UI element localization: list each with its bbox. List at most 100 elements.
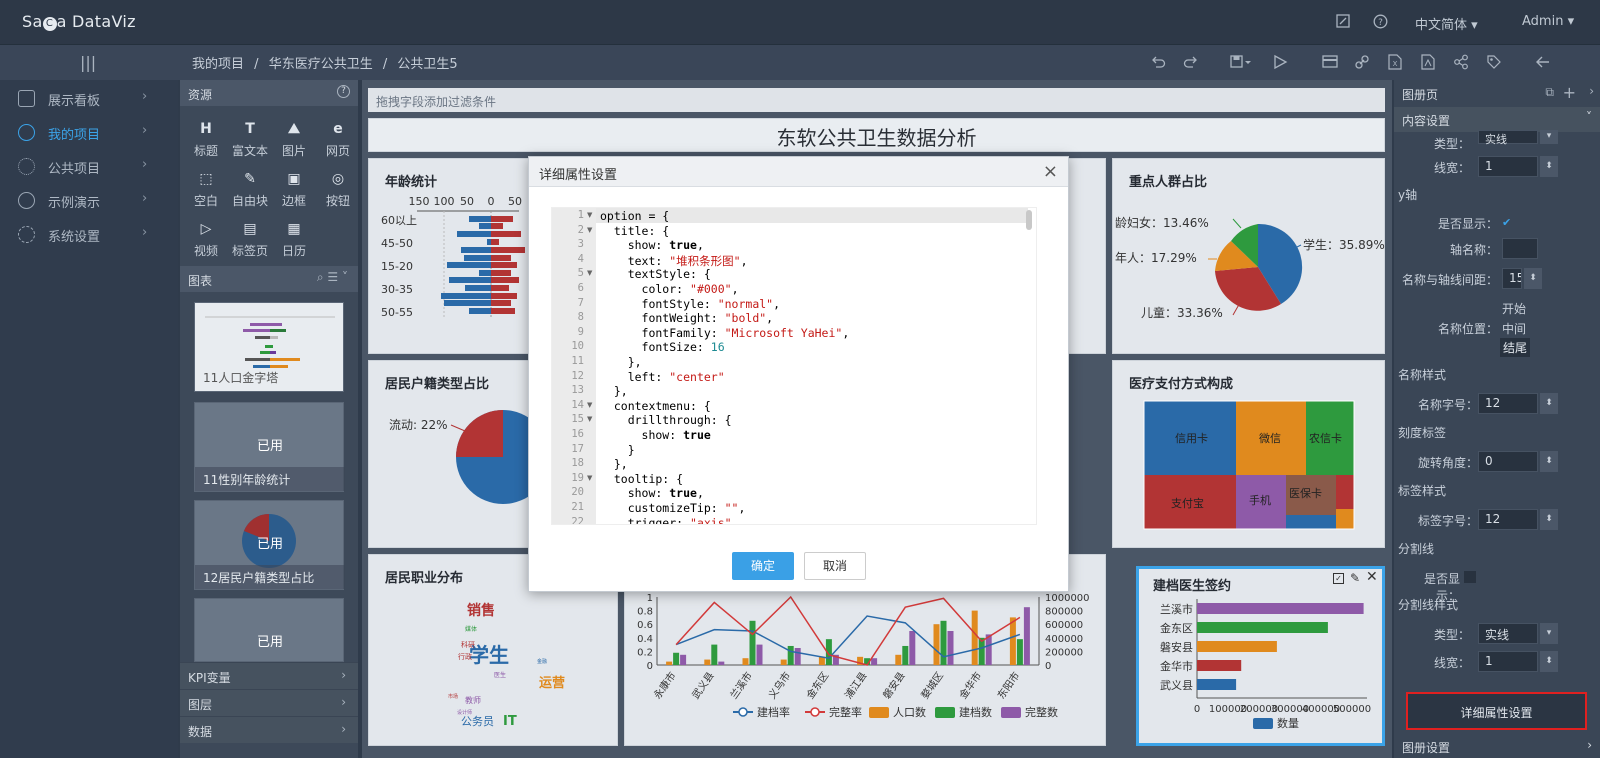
gear-icon (18, 226, 35, 243)
series-line (675, 615, 1021, 660)
save-icon[interactable] (1230, 54, 1252, 73)
resource-item-8[interactable]: ▷ 视频 (186, 220, 226, 259)
fold-arrow-icon[interactable]: ▼ (587, 211, 592, 219)
chart-card-payment[interactable]: 医疗支付方式构成 信用卡 微信 农信卡 支付宝 手机 医保卡 (1112, 360, 1385, 548)
resource-item-9[interactable]: ▤ 标签页 (230, 220, 270, 259)
accordion-layer[interactable]: 图层 › (180, 689, 358, 716)
preview-icon[interactable] (1272, 54, 1288, 73)
language-dropdown[interactable]: 中文简体 ▾ (1415, 14, 1478, 33)
breadcrumb-item[interactable]: 华东医疗公共卫生 (269, 57, 373, 72)
nav-item-dashboard[interactable]: 展示看板 › (0, 82, 178, 116)
resource-item-3[interactable]: e 网页 (318, 120, 358, 159)
confirm-button[interactable]: 确定 (732, 552, 794, 580)
fold-arrow-icon[interactable]: ▼ (587, 415, 592, 423)
resource-item-0[interactable]: H 标题 (186, 120, 226, 159)
resource-icon: H (200, 121, 212, 137)
detail-settings-button[interactable]: 详细属性设置 (1406, 692, 1587, 730)
copy-icon[interactable]: ⧉ (1545, 85, 1554, 100)
stepper-icon[interactable]: ⬍ (1540, 393, 1558, 414)
card-icon[interactable] (1322, 55, 1338, 72)
back-icon[interactable] (1535, 54, 1551, 73)
legend-swatch (1253, 718, 1273, 729)
editor-scrollbar[interactable] (1026, 210, 1032, 230)
add-icon[interactable]: + (1563, 83, 1576, 102)
stepper-icon[interactable]: ⬍ (1524, 268, 1542, 289)
stepper-icon[interactable]: ⬍ (1540, 451, 1558, 472)
accordion-kpi[interactable]: KPI变量 › (180, 662, 358, 689)
content-settings-header[interactable]: 内容设置 ˅ (1394, 107, 1600, 132)
bar-left (444, 300, 491, 306)
resource-item-7[interactable]: ◎ 按钮 (318, 170, 358, 209)
bar-left (461, 247, 491, 253)
resource-item-1[interactable]: T 富文本 (230, 120, 270, 159)
filter-dropzone[interactable]: 拖拽字段添加过滤条件 (368, 88, 1385, 112)
chart-thumbnail[interactable]: 已用 12居民户籍类型占比 (194, 500, 345, 590)
panel-header: 图册页 ⧉ + › (1402, 83, 1594, 102)
code-editor[interactable]: 1 ▼ 2 ▼ 3 4 5 ▼ 6 7 8 9 10 11 12 13 14 ▼ 15 ▼ 16 17 18 19 ▼ 20 21 2… (551, 207, 1037, 525)
accordion-data[interactable]: 数据 › (180, 716, 358, 743)
svg-text:金融: 金融 (537, 658, 547, 665)
chart-card-doctor-selected[interactable]: 建档医生签约 ✓ ✎ ✕ 兰溪市 金东区 磐安县 金华市 武义县 0 100000 20000… (1136, 566, 1385, 746)
chart-card-focus[interactable]: 重点人群占比 龄妇女：13.46% 学生：35.89% 年人：17.29% 儿童… (1112, 158, 1385, 354)
checkbox-unchecked[interactable] (1464, 571, 1476, 583)
bar-right (491, 255, 511, 261)
redo-icon[interactable] (1183, 54, 1199, 73)
cancel-button[interactable]: 取消 (804, 552, 866, 580)
name-pos-option[interactable]: 中间 (1502, 320, 1526, 337)
fold-arrow-icon[interactable]: ▼ (587, 269, 592, 277)
code-line: fontSize: 16 (600, 340, 725, 355)
resource-icon: ◎ (331, 171, 345, 187)
monitor-icon (18, 90, 35, 107)
resource-item-4[interactable]: ⬚ 空白 (186, 170, 226, 209)
chevron-right-icon[interactable]: › (1589, 84, 1594, 98)
resource-item-2[interactable]: ⛰ 图片 (274, 120, 314, 159)
breadcrumb-item[interactable]: 我的项目 (192, 57, 244, 72)
nav-item-my-projects[interactable]: 我的项目 › (0, 116, 178, 150)
chart-thumbnail[interactable]: 已用 11性别年龄统计 (194, 402, 345, 492)
nav-item-settings[interactable]: 系统设置 › (0, 218, 178, 252)
share-icon[interactable] (1453, 54, 1469, 73)
line-number: 9 (577, 325, 584, 338)
stepper-icon[interactable]: ⬍ (1540, 156, 1558, 177)
chart-thumbnail[interactable]: 已用 (194, 598, 344, 662)
tag-icon[interactable] (1486, 54, 1502, 73)
checkbox-checked[interactable]: ✔ (1502, 216, 1514, 229)
help-icon[interactable]: ? (1373, 14, 1388, 32)
collapse-sidebar-icon[interactable]: ||| (80, 53, 96, 72)
link-icon[interactable] (1354, 54, 1370, 73)
name-pos-option-selected[interactable]: 结尾 (1500, 338, 1531, 357)
bar-right (491, 293, 517, 299)
search-list-icon[interactable]: ⌕ ☰ ˅ (317, 270, 348, 285)
undo-icon[interactable] (1150, 54, 1166, 73)
nav-item-public-projects[interactable]: 公共项目 › (0, 150, 178, 184)
category-label: 义乌市 (765, 669, 793, 701)
line-number: 14 (571, 398, 584, 411)
help-icon[interactable]: ? (337, 85, 350, 98)
gallery-settings-header[interactable]: 图册设置 › (1394, 736, 1600, 758)
fold-arrow-icon[interactable]: ▼ (587, 474, 592, 482)
fold-arrow-icon[interactable]: ▼ (587, 226, 592, 234)
axis-tick: 400000 (1045, 634, 1083, 645)
stepper-icon[interactable]: ⬍ (1540, 651, 1558, 672)
resource-item-6[interactable]: ▣ 边框 (274, 170, 314, 209)
fold-arrow-icon[interactable]: ▼ (587, 401, 592, 409)
user-dropdown[interactable]: Admin ▾ (1522, 14, 1574, 32)
chevron-down-icon[interactable]: ▾ (1540, 623, 1558, 644)
resource-item-5[interactable]: ✎ 自由块 (230, 170, 270, 209)
stepper-icon[interactable]: ⬍ (1540, 509, 1558, 530)
code-line: title: { (600, 223, 670, 238)
chevron-down-icon[interactable]: ▾ (1540, 130, 1558, 144)
code-line: fontStyle: "normal", (600, 296, 781, 311)
code-line: trigger: "axis" (600, 515, 732, 525)
name-pos-option[interactable]: 开始 (1502, 300, 1526, 317)
nav-item-demos[interactable]: 示例演示 › (0, 184, 178, 218)
chart-thumbnail[interactable]: 11人口金字塔 (194, 302, 344, 392)
axis-name-input[interactable] (1502, 238, 1538, 259)
dashboard-title[interactable]: 东软公共卫生数据分析 (368, 118, 1385, 152)
resource-item-10[interactable]: ▦ 日历 (274, 220, 314, 259)
export-pdf-icon[interactable] (1421, 54, 1435, 73)
edit-icon[interactable] (1336, 14, 1350, 32)
bar-left (457, 231, 491, 237)
close-icon[interactable]: × (1043, 161, 1058, 182)
export-excel-icon[interactable]: X (1388, 54, 1402, 73)
